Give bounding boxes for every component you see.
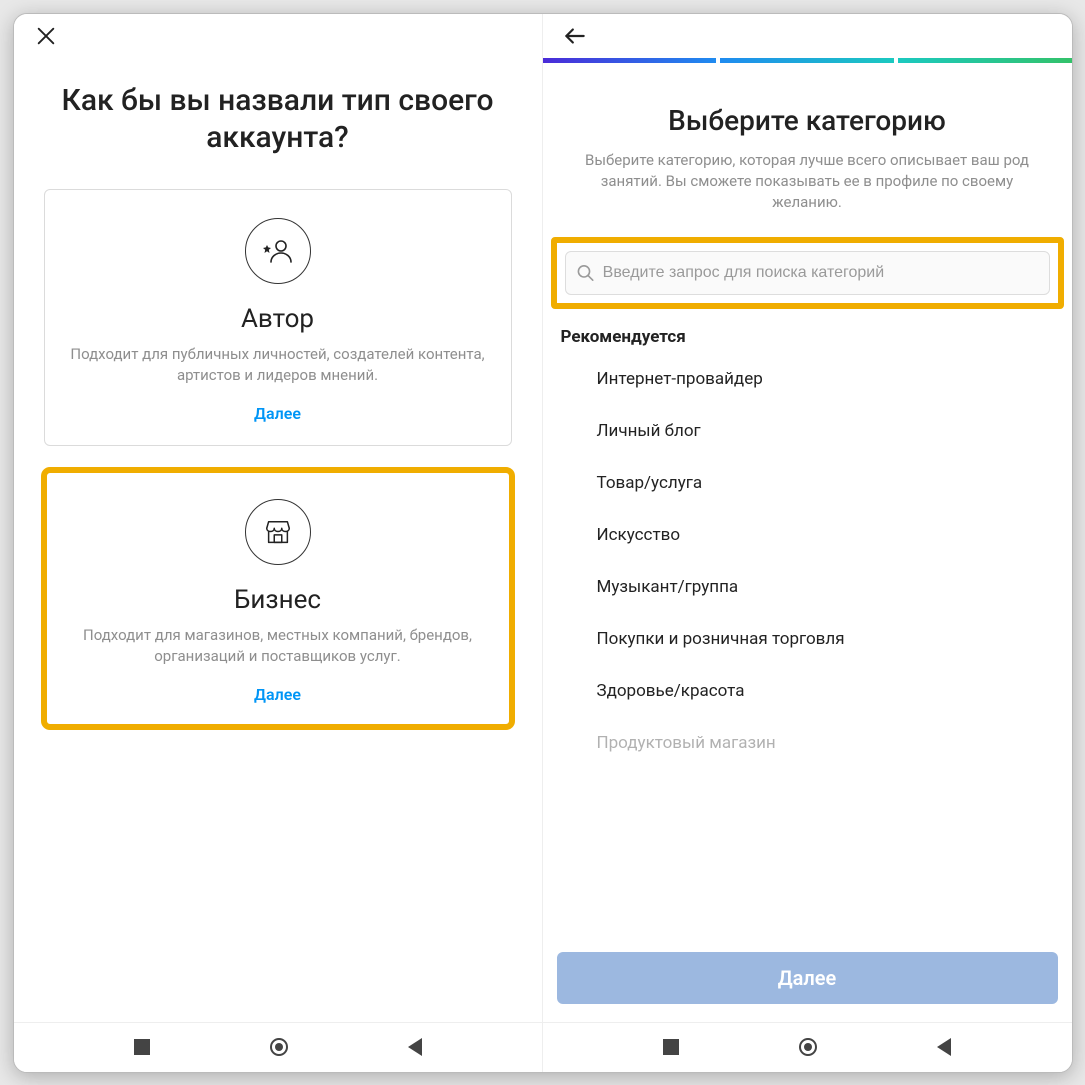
nav-back-icon[interactable] xyxy=(408,1038,422,1056)
card-author-desc: Подходит для публичных личностей, создат… xyxy=(65,344,491,386)
card-business[interactable]: Бизнес Подходит для магазинов, местных к… xyxy=(44,470,512,727)
card-author-next-link[interactable]: Далее xyxy=(65,398,491,429)
account-type-screen: Как бы вы назвали тип своего аккаунта? А… xyxy=(14,14,543,1072)
topbar-left xyxy=(14,14,542,58)
card-author[interactable]: Автор Подходит для публичных личностей, … xyxy=(44,189,512,446)
next-button[interactable]: Далее xyxy=(557,952,1058,1004)
category-item[interactable]: Интернет-провайдер xyxy=(561,353,1054,405)
search-box[interactable] xyxy=(565,251,1050,295)
nav-home-icon[interactable] xyxy=(270,1038,288,1056)
category-item[interactable]: Музыкант/группа xyxy=(561,561,1054,613)
author-icon-circle xyxy=(245,218,311,284)
card-author-title: Автор xyxy=(65,304,491,334)
android-nav-left xyxy=(14,1022,542,1072)
card-business-next-link[interactable]: Далее xyxy=(65,679,491,710)
category-item[interactable]: Продуктовый магазин xyxy=(561,717,1054,769)
android-nav-right xyxy=(543,1022,1072,1072)
category-screen: Выберите категорию Выберите категорию, к… xyxy=(543,14,1072,1072)
search-input[interactable] xyxy=(595,264,1039,282)
category-item[interactable]: Товар/услуга xyxy=(561,457,1054,509)
category-item[interactable]: Здоровье/красота xyxy=(561,665,1054,717)
category-item[interactable]: Покупки и розничная торговля xyxy=(561,613,1054,665)
author-icon xyxy=(262,235,294,267)
category-list: Интернет-провайдер Личный блог Товар/усл… xyxy=(543,353,1072,952)
recommended-label: Рекомендуется xyxy=(543,309,1072,353)
back-button[interactable] xyxy=(559,20,591,52)
topbar-right xyxy=(543,14,1072,58)
search-highlight xyxy=(551,237,1064,309)
storefront-icon xyxy=(263,517,293,547)
category-title: Выберите категорию xyxy=(543,63,1072,150)
business-icon-circle xyxy=(245,499,311,565)
nav-home-icon[interactable] xyxy=(799,1038,817,1056)
category-item[interactable]: Искусство xyxy=(561,509,1054,561)
nav-overview-icon[interactable] xyxy=(134,1039,150,1055)
page-title: Как бы вы назвали тип своего аккаунта? xyxy=(14,58,542,177)
card-business-desc: Подходит для магазинов, местных компаний… xyxy=(65,625,491,667)
category-subtitle: Выберите категорию, которая лучше всего … xyxy=(543,150,1072,237)
nav-back-icon[interactable] xyxy=(937,1038,951,1056)
card-business-title: Бизнес xyxy=(65,585,491,615)
category-item[interactable]: Личный блог xyxy=(561,405,1054,457)
close-icon xyxy=(35,25,57,47)
close-button[interactable] xyxy=(30,20,62,52)
nav-overview-icon[interactable] xyxy=(663,1039,679,1055)
back-arrow-icon xyxy=(562,23,588,49)
search-icon xyxy=(576,263,595,283)
